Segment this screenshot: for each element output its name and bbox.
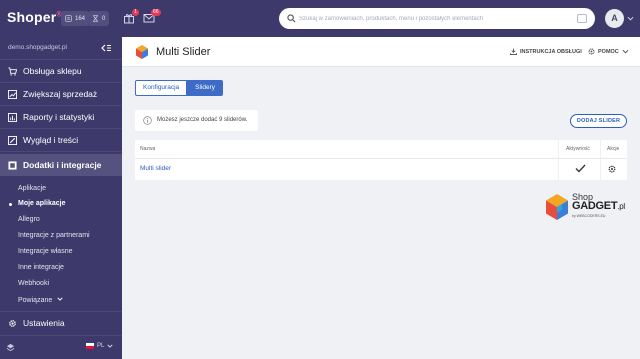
store-url[interactable]: demo.shopgadget.pl — [8, 44, 67, 51]
sidebar: demo.shopgadget.pl Obsługa sklepu Zwięks… — [0, 37, 122, 359]
pending-count-pill[interactable]: 0 — [88, 11, 110, 26]
submenu-own-integrations[interactable]: Integracje własne — [18, 248, 72, 255]
column-header-name: Nazwa — [140, 146, 156, 152]
sidebar-item-label: Obsługa sklepu — [23, 66, 82, 76]
brand-byline: by WEBCODERS.EU — [572, 214, 606, 218]
chevron-down-icon — [57, 297, 63, 301]
shopgadget-logo: Shop GADGET.pl by WEBCODERS.EU — [544, 190, 626, 226]
sidebar-item-addons-integrations[interactable]: Dodatki i integracje — [0, 154, 122, 176]
chevron-down-icon — [622, 49, 629, 54]
submenu-allegro[interactable]: Allegro — [18, 216, 40, 223]
check-icon[interactable] — [575, 164, 586, 173]
sidebar-item-label: Ustawienia — [23, 318, 65, 328]
cart-icon — [8, 66, 17, 76]
shopgadget-cube-logo — [546, 194, 568, 220]
tab-configuration[interactable]: Konfiguracja — [135, 80, 188, 96]
submenu-webhooks[interactable]: Webhooki — [18, 280, 49, 287]
help-dropdown[interactable]: POMOC — [588, 48, 629, 55]
layers-icon[interactable] — [6, 343, 15, 352]
poland-flag-icon — [86, 343, 94, 349]
mail-badge: 66 — [151, 9, 161, 16]
multi-slider-app-icon — [136, 45, 148, 59]
help-label: POMOC — [598, 48, 619, 55]
sidebar-item-appearance[interactable]: Wygląd i treści — [0, 129, 122, 151]
sidebar-item-increase-sales[interactable]: Zwiększaj sprzedaż — [0, 83, 122, 105]
sidebar-item-reports[interactable]: Raporty i statystyki — [0, 106, 122, 128]
search-input[interactable] — [299, 11, 569, 26]
tabs: Konfiguracja Slidery — [135, 80, 224, 96]
page-title: Multi Slider — [156, 46, 211, 58]
divider — [135, 158, 627, 159]
submenu-applications[interactable]: Aplikacje — [18, 185, 46, 192]
divider — [0, 151, 122, 152]
sidebar-item-label: Dodatki i integracje — [23, 160, 102, 170]
submenu-my-applications[interactable]: Moje aplikacje — [18, 200, 65, 207]
slider-name-link[interactable]: Multi slider — [140, 165, 171, 172]
gear-icon — [588, 48, 595, 55]
chart-up-icon — [8, 89, 17, 99]
instructions-label: INSTRUKCJA OBSŁUGI — [520, 48, 582, 55]
divider — [558, 140, 559, 180]
puzzle-icon — [8, 160, 17, 170]
sidebar-footer: PL — [0, 335, 122, 359]
search-icon — [287, 14, 296, 23]
hourglass-icon — [92, 15, 99, 22]
user-avatar[interactable]: A — [605, 9, 624, 28]
info-box: Możesz jeszcze dodać 9 sliderów. — [135, 110, 258, 131]
sidebar-item-settings[interactable]: Ustawienia — [0, 312, 122, 334]
tab-sliders[interactable]: Slidery — [187, 80, 224, 96]
submenu-other-integrations[interactable]: Inne integracje — [18, 264, 64, 271]
shoper-logo[interactable]: Shoper® — [7, 9, 62, 25]
top-bar: Shoper® 164 0 1 66 A — [0, 0, 640, 37]
instructions-link[interactable]: INSTRUKCJA OBSŁUGI — [510, 48, 582, 55]
keyboard-shortcut-icon — [577, 14, 587, 23]
active-indicator — [9, 203, 12, 206]
pending-count: 0 — [102, 15, 106, 22]
submenu-related[interactable]: Powiązane — [18, 296, 63, 304]
gear-icon — [9, 319, 16, 327]
language-selector[interactable]: PL — [86, 343, 113, 349]
sliders-table: Nazwa Aktywność Akcje Multi slider — [135, 140, 627, 180]
submenu-partner-integrations[interactable]: Integracje z partnerami — [18, 232, 90, 239]
brush-icon — [8, 135, 17, 145]
divider — [600, 140, 601, 180]
gift-badge: 1 — [132, 9, 139, 16]
products-count-pill[interactable]: 164 — [61, 11, 90, 26]
sidebar-item-store-service[interactable]: Obsługa sklepu — [0, 60, 122, 82]
submenu-label: Powiązane — [18, 297, 53, 304]
bar-chart-icon — [8, 112, 17, 122]
add-slider-button[interactable]: DODAJ SLIDER — [570, 114, 627, 128]
download-icon — [510, 48, 517, 55]
chevron-down-icon[interactable] — [627, 15, 634, 22]
info-text: Możesz jeszcze dodać 9 sliderów. — [157, 117, 248, 123]
chevron-down-icon — [107, 344, 113, 348]
products-icon — [65, 15, 72, 22]
sidebar-item-label: Raporty i statystyki — [23, 112, 95, 122]
brand-gadget-text: GADGET.pl — [572, 200, 625, 212]
language-code: PL — [97, 343, 105, 349]
sidebar-item-label: Wygląd i treści — [23, 135, 79, 145]
info-icon — [143, 116, 152, 125]
column-header-active: Aktywność — [566, 146, 590, 152]
column-header-actions: Akcje — [607, 146, 620, 152]
gear-icon[interactable] — [608, 165, 616, 173]
global-search[interactable] — [279, 8, 595, 29]
products-count: 164 — [75, 15, 86, 22]
sidebar-item-label: Zwiększaj sprzedaż — [23, 89, 98, 99]
page-header: Multi Slider INSTRUKCJA OBSŁUGI POMOC — [122, 37, 640, 67]
collapse-sidebar-icon[interactable] — [101, 44, 111, 52]
